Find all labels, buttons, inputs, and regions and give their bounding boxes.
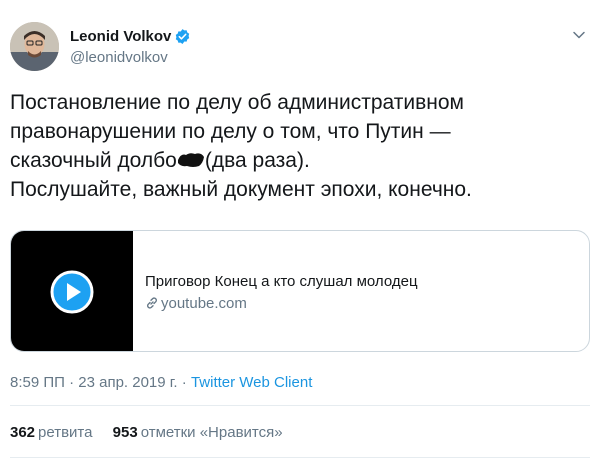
tweet-stats: 362 ретвита 953 отметки «Нравится» [10,424,299,441]
tweet-line: Постановление по делу об административно… [10,91,464,114]
tweet-client-link[interactable]: Twitter Web Client [191,374,312,391]
divider [10,405,590,406]
card-domain: youtube.com [145,295,575,312]
retweet-label: ретвита [38,424,93,441]
like-label: отметки «Нравится» [140,424,283,441]
like-stat[interactable]: 953 отметки «Нравится» [113,424,283,441]
retweet-stat[interactable]: 362 ретвита [10,424,92,441]
tweet-line: Послушайте, важный документ эпохи, конеч… [10,178,472,201]
like-count: 953 [112,424,138,441]
tweet-text: Постановление по делу об административно… [10,88,590,204]
chevron-down-icon[interactable] [572,28,586,42]
meta-separator: · [177,374,191,391]
author-names[interactable]: Leonid Volkov @leonidvolkov [70,28,191,66]
tweet-header: Leonid Volkov @leonidvolkov [10,16,590,76]
card-title[interactable]: Приговор Конец а кто слушал молодец [145,273,575,290]
author-display-name[interactable]: Leonid Volkov [70,28,171,45]
tweet-line: сказочный долбо (два раза). [10,146,590,175]
avatar[interactable] [10,22,59,71]
card-thumbnail[interactable] [11,231,133,351]
censor-scribble [177,153,204,167]
link-card[interactable]: Приговор Конец а кто слушал молодец yout… [10,230,590,352]
play-icon[interactable] [50,270,94,314]
verified-badge-icon [176,29,190,45]
author-handle: @leonidvolkov [70,49,168,66]
tweet-line-part: (два раза). [204,149,310,172]
tweet-line-part: сказочный долбо [10,149,177,172]
link-icon [147,297,157,309]
retweet-count: 362 [10,424,36,441]
tweet-meta: 8:59 ПП · 23 апр. 2019 г. · Twitter Web … [10,374,312,391]
tweet-datetime[interactable]: 8:59 ПП · 23 апр. 2019 г. [10,374,178,391]
card-domain-text: youtube.com [161,295,247,312]
tweet-line: правонарушении по делу о том, что Путин … [10,120,451,143]
card-body[interactable]: Приговор Конец а кто слушал молодец yout… [145,273,575,312]
